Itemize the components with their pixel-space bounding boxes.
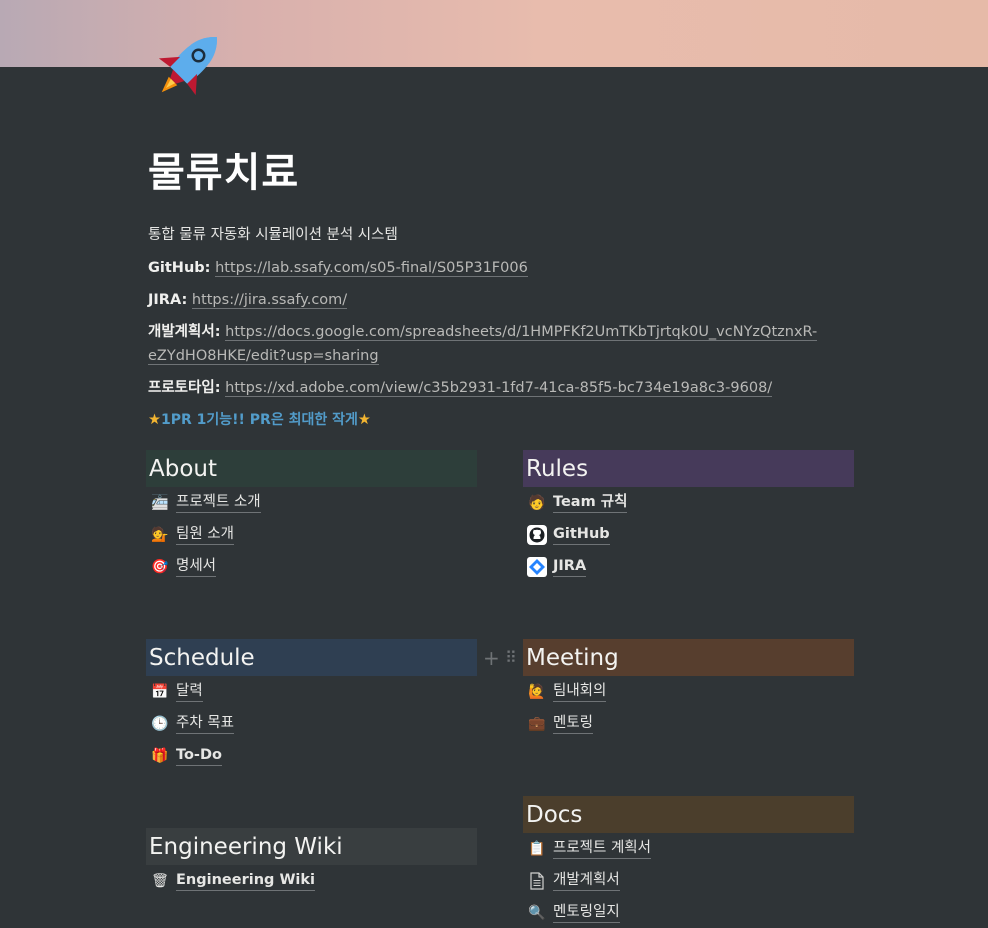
item-label: 멘토링 [553, 714, 594, 734]
jira-link-label: JIRA [148, 292, 182, 308]
trash-can-icon: 🗑 [151, 873, 169, 889]
technologist-icon: 🧑 [528, 495, 546, 511]
about-section: About 🚈 프로젝트 소개 💁 팀원 소개 🎯 명세서 [146, 450, 477, 583]
person-tipping-hand-icon: 💁 [151, 527, 169, 543]
page-title[interactable]: 물류치료 [148, 140, 299, 198]
list-item[interactable]: 📋 프로젝트 계획서 [523, 833, 854, 865]
item-label: 프로젝트 계획서 [553, 839, 651, 859]
item-label: 팀원 소개 [176, 525, 234, 545]
gift-icon: 🎁 [151, 748, 169, 764]
docs-section: Docs 📋 프로젝트 계획서 개발계획서 🔍 멘토링일지 [523, 796, 854, 928]
clipboard-icon: 📋 [528, 841, 546, 857]
github-icon [527, 525, 547, 545]
proto-link-row: 프로토타입: https://xd.adobe.com/view/c35b293… [148, 380, 773, 397]
rocket-icon[interactable] [148, 22, 232, 106]
plan-link-row: 개발계획서: https://docs.google.com/spreadshe… [148, 324, 818, 365]
item-label: JIRA [553, 557, 587, 577]
drag-handle-icon[interactable]: ⠿ [505, 648, 517, 667]
item-label: 멘토링일지 [553, 903, 620, 923]
github-link-row: GitHub: https://lab.ssafy.com/s05-final/… [148, 260, 528, 277]
magnifier-icon: 🔍 [528, 905, 546, 921]
clock-icon: 🕒 [151, 716, 169, 732]
calendar-icon: 📅 [151, 684, 169, 700]
docs-heading[interactable]: Docs [523, 796, 854, 833]
item-label: 주차 목표 [176, 714, 234, 734]
star-icon: ★ [357, 412, 371, 428]
page-icon [527, 871, 547, 891]
list-item[interactable]: 🚈 프로젝트 소개 [146, 487, 477, 519]
item-label: 팀내회의 [553, 682, 607, 702]
list-item[interactable]: 🔍 멘토링일지 [523, 897, 854, 928]
list-item[interactable]: 🕒 주차 목표 [146, 708, 477, 740]
list-item[interactable]: 🧑 Team 규칙 [523, 487, 854, 519]
item-label: GitHub [553, 525, 610, 545]
schedule-section: Schedule 📅 달력 🕒 주차 목표 🎁 To-Do [146, 639, 477, 772]
schedule-heading[interactable]: Schedule [146, 639, 477, 676]
list-item[interactable]: 💼 멘토링 [523, 708, 854, 740]
rules-section: Rules 🧑 Team 규칙 GitHub JIRA [523, 450, 854, 583]
proto-link-label: 프로토타입 [148, 380, 215, 396]
item-label: 명세서 [176, 557, 217, 577]
item-label: 달력 [176, 682, 203, 702]
list-item[interactable]: 개발계획서 [523, 865, 854, 897]
tagline: 1PR 1기능!! PR은 최대한 작게 [161, 412, 358, 428]
rules-heading[interactable]: Rules [523, 450, 854, 487]
proto-link[interactable]: https://xd.adobe.com/view/c35b2931-1fd7-… [225, 380, 773, 397]
list-item[interactable]: JIRA [523, 551, 854, 583]
list-item[interactable]: 🎯 명세서 [146, 551, 477, 583]
wiki-section: Engineering Wiki 🗑 Engineering Wiki [146, 828, 477, 897]
jira-icon [527, 557, 547, 577]
target-icon: 🎯 [151, 559, 169, 575]
plan-link-label: 개발계획서 [148, 324, 215, 340]
meeting-section: Meeting 🙋 팀내회의 💼 멘토링 [523, 639, 854, 740]
list-item[interactable]: 📅 달력 [146, 676, 477, 708]
raising-hand-icon: 🙋 [528, 684, 546, 700]
github-link-label: GitHub [148, 260, 205, 276]
list-item[interactable]: GitHub [523, 519, 854, 551]
item-label: Team 규칙 [553, 493, 628, 513]
plan-link-continued[interactable]: eZYdHO8HKE/edit?usp=sharing [148, 348, 379, 365]
jira-link[interactable]: https://jira.ssafy.com/ [191, 292, 348, 309]
github-link[interactable]: https://lab.ssafy.com/s05-final/S05P31F0… [215, 260, 528, 277]
list-item[interactable]: 🎁 To-Do [146, 740, 477, 772]
meeting-heading[interactable]: Meeting [523, 639, 854, 676]
list-item[interactable]: 🙋 팀내회의 [523, 676, 854, 708]
train-icon: 🚈 [151, 495, 169, 511]
add-block-icon[interactable]: + [483, 646, 500, 670]
page-subtitle: 통합 물류 자동화 시뮬레이션 분석 시스템 [148, 227, 398, 243]
star-icon: ★ [148, 412, 161, 428]
item-label: To-Do [176, 746, 222, 766]
about-heading[interactable]: About [146, 450, 477, 487]
list-item[interactable]: 💁 팀원 소개 [146, 519, 477, 551]
jira-link-row: JIRA: https://jira.ssafy.com/ [148, 292, 348, 309]
item-label: 프로젝트 소개 [176, 493, 261, 513]
item-label: 개발계획서 [553, 871, 620, 891]
tagline-row: ★1PR 1기능!! PR은 최대한 작게★ [148, 408, 838, 432]
plan-link[interactable]: https://docs.google.com/spreadsheets/d/1… [225, 324, 818, 341]
briefcase-icon: 💼 [528, 716, 546, 732]
list-item[interactable]: 🗑 Engineering Wiki [146, 865, 477, 897]
wiki-heading[interactable]: Engineering Wiki [146, 828, 477, 865]
item-label: Engineering Wiki [176, 871, 316, 891]
